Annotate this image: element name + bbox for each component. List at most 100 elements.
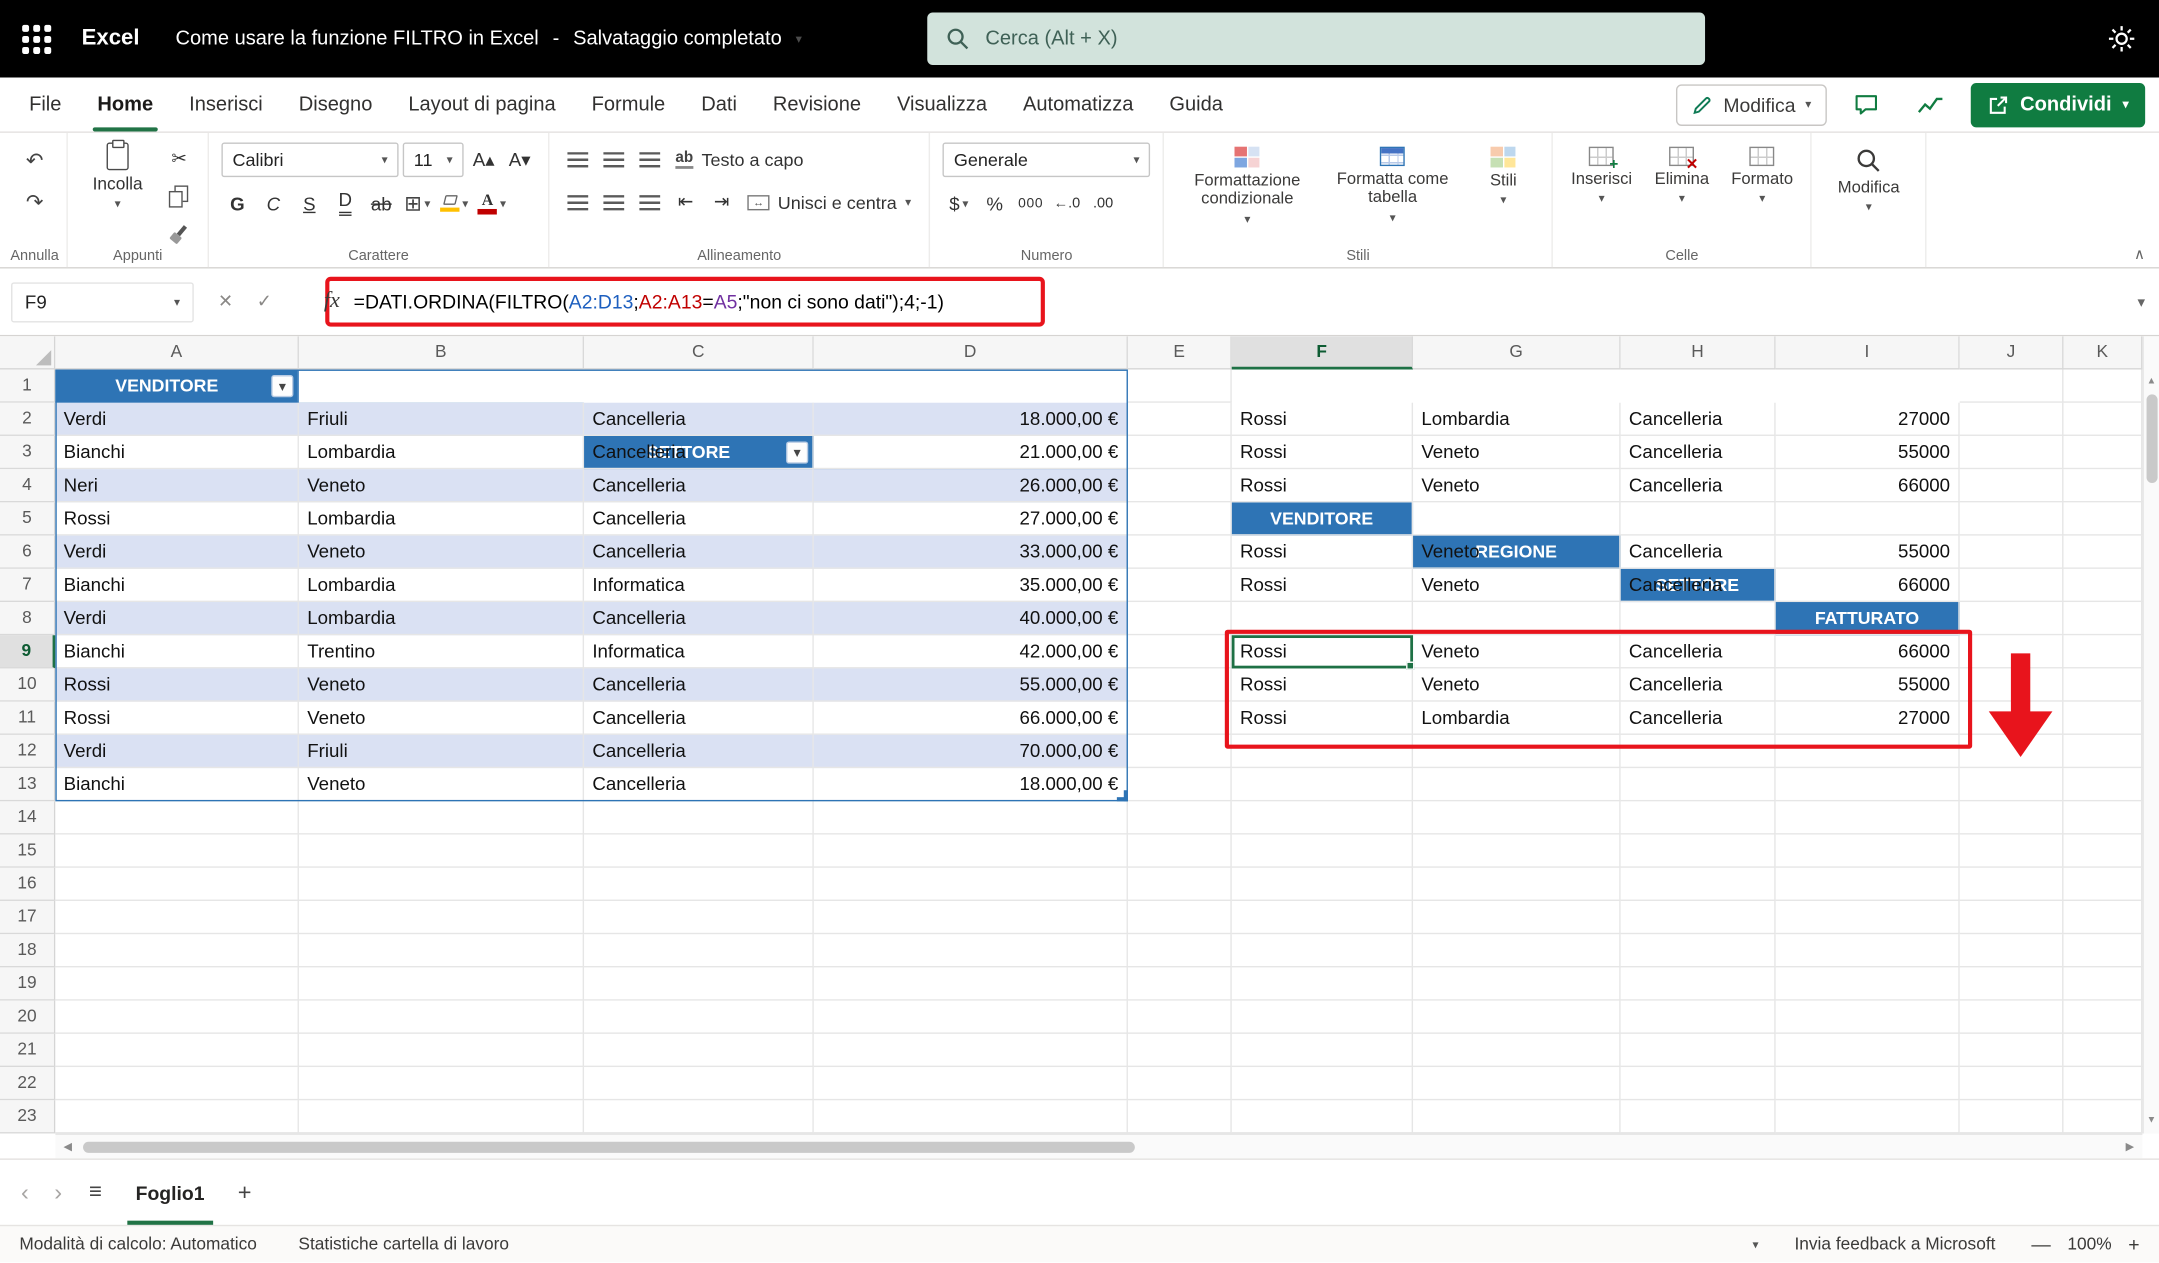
document-title[interactable]: Come usare la funzione FILTRO in Excel [176, 28, 539, 50]
cell-A19[interactable] [55, 967, 299, 1000]
column-header-E[interactable]: E [1128, 336, 1232, 369]
cell-D5[interactable]: 27.000,00 € [814, 502, 1128, 535]
cell-D21[interactable] [814, 1034, 1128, 1067]
align-middle-button[interactable] [598, 143, 630, 176]
cell-G15[interactable] [1413, 835, 1621, 868]
cell-B11[interactable]: Veneto [299, 702, 584, 735]
row-header-10[interactable]: 10 [0, 668, 55, 701]
cell-F2[interactable]: Rossi [1232, 403, 1413, 436]
share-button[interactable]: Condividi ▾ [1970, 82, 2145, 126]
align-center-button[interactable] [598, 185, 630, 218]
vertical-scroll-thumb[interactable] [2146, 394, 2157, 483]
mode-switch-button[interactable]: Modifica ▾ [1676, 84, 1826, 126]
cell-J7[interactable] [1960, 569, 2064, 602]
cell-J3[interactable] [1960, 436, 2064, 469]
cell-G18[interactable] [1413, 934, 1621, 967]
cell-H16[interactable] [1621, 868, 1776, 901]
cell-F3[interactable]: Rossi [1232, 436, 1413, 469]
cell-I22[interactable] [1776, 1067, 1960, 1100]
cell-H20[interactable] [1621, 1001, 1776, 1034]
row-header-17[interactable]: 17 [0, 901, 55, 934]
column-header-A[interactable]: A [55, 336, 299, 369]
number-format-select[interactable]: Generale ▾ [943, 143, 1151, 178]
cell-G14[interactable] [1413, 801, 1621, 834]
cell-A3[interactable]: Bianchi [55, 436, 299, 469]
cell-D17[interactable] [814, 901, 1128, 934]
cell-G17[interactable] [1413, 901, 1621, 934]
cell-F15[interactable] [1232, 835, 1413, 868]
cell-G6[interactable]: Veneto [1413, 536, 1621, 569]
cell-J2[interactable] [1960, 403, 2064, 436]
cell-I2[interactable]: 27000 [1776, 403, 1960, 436]
percent-format-button[interactable]: % [979, 187, 1011, 220]
cell-J5[interactable] [1960, 502, 2064, 535]
format-cells-button[interactable]: Formato ▾ [1726, 143, 1798, 205]
cell-K1[interactable] [2063, 370, 2142, 403]
conditional-formatting-button[interactable]: Formattazione condizionale ▾ [1177, 143, 1318, 225]
row-header-13[interactable]: 13 [0, 768, 55, 801]
cell-E13[interactable] [1128, 768, 1232, 801]
cell-B3[interactable]: Lombardia [299, 436, 584, 469]
cell-C19[interactable] [584, 967, 814, 1000]
cell-K8[interactable] [2063, 602, 2142, 635]
wrap-text-button[interactable]: ab Testo a capo [670, 143, 809, 176]
feedback-link[interactable]: Invia feedback a Microsoft [1794, 1235, 1995, 1254]
increase-decimal-button[interactable]: ←.0 [1051, 187, 1083, 220]
calc-mode-status[interactable]: Modalità di calcolo: Automatico [19, 1235, 257, 1254]
font-name-select[interactable]: Calibri ▾ [221, 143, 398, 178]
cell-H2[interactable]: Cancelleria [1621, 403, 1776, 436]
cell-A12[interactable]: Verdi [55, 735, 299, 768]
cell-C16[interactable] [584, 868, 814, 901]
cell-C3[interactable]: Cancelleria [584, 436, 814, 469]
cell-C7[interactable]: Informatica [584, 569, 814, 602]
cell-G13[interactable] [1413, 768, 1621, 801]
cell-A5[interactable]: Rossi [55, 502, 299, 535]
cell-C10[interactable]: Cancelleria [584, 668, 814, 701]
grow-font-button[interactable]: A▴ [468, 143, 500, 176]
font-color-button[interactable]: A▾ [475, 187, 509, 220]
cell-A8[interactable]: Verdi [55, 602, 299, 635]
cell-E16[interactable] [1128, 868, 1232, 901]
column-header-B[interactable]: B [299, 336, 584, 369]
scroll-right-icon[interactable]: ▶ [2117, 1140, 2142, 1152]
cell-J21[interactable] [1960, 1034, 2064, 1067]
cell-E6[interactable] [1128, 536, 1232, 569]
paste-button[interactable]: Incolla ▾ [80, 143, 155, 210]
cell-K15[interactable] [2063, 835, 2142, 868]
cell-G22[interactable] [1413, 1067, 1621, 1100]
cell-E11[interactable] [1128, 702, 1232, 735]
scroll-up-icon[interactable]: ▲ [2147, 375, 2157, 389]
cell-G19[interactable] [1413, 967, 1621, 1000]
cell-B8[interactable]: Lombardia [299, 602, 584, 635]
cell-A13[interactable]: Bianchi [55, 768, 299, 801]
cell-A17[interactable] [55, 901, 299, 934]
cell-H4[interactable]: Cancelleria [1621, 469, 1776, 502]
formula-input[interactable]: =DATI.ORDINA(FILTRO(A2:D13;A2:A13=A5;"no… [354, 291, 944, 313]
cell-I4[interactable]: 66000 [1776, 469, 1960, 502]
horizontal-scroll-thumb[interactable] [83, 1141, 1135, 1152]
row-header-5[interactable]: 5 [0, 502, 55, 535]
cell-K18[interactable] [2063, 934, 2142, 967]
column-header-J[interactable]: J [1960, 336, 2064, 369]
next-sheet-icon[interactable]: › [42, 1178, 75, 1206]
search-input[interactable]: Cerca (Alt + X) [927, 12, 1705, 65]
editing-button[interactable]: Modifica ▾ [1824, 143, 1913, 213]
horizontal-scrollbar[interactable]: ◀ ▶ [55, 1133, 2142, 1158]
column-header-C[interactable]: C [584, 336, 814, 369]
row-header-3[interactable]: 3 [0, 436, 55, 469]
cell-K10[interactable] [2063, 668, 2142, 701]
cell-J18[interactable] [1960, 934, 2064, 967]
cell-E14[interactable] [1128, 801, 1232, 834]
cell-C11[interactable]: Cancelleria [584, 702, 814, 735]
cell-F17[interactable] [1232, 901, 1413, 934]
cell-D20[interactable] [814, 1001, 1128, 1034]
decrease-indent-button[interactable]: ⇤ [670, 185, 702, 218]
column-header-K[interactable]: K [2063, 336, 2142, 369]
cell-K16[interactable] [2063, 868, 2142, 901]
cell-J8[interactable] [1960, 602, 2064, 635]
cell-B21[interactable] [299, 1034, 584, 1067]
cell-E3[interactable] [1128, 436, 1232, 469]
cell-K22[interactable] [2063, 1067, 2142, 1100]
double-underline-button[interactable]: D [329, 187, 361, 220]
workbook-stats[interactable]: Statistiche cartella di lavoro [298, 1235, 509, 1254]
